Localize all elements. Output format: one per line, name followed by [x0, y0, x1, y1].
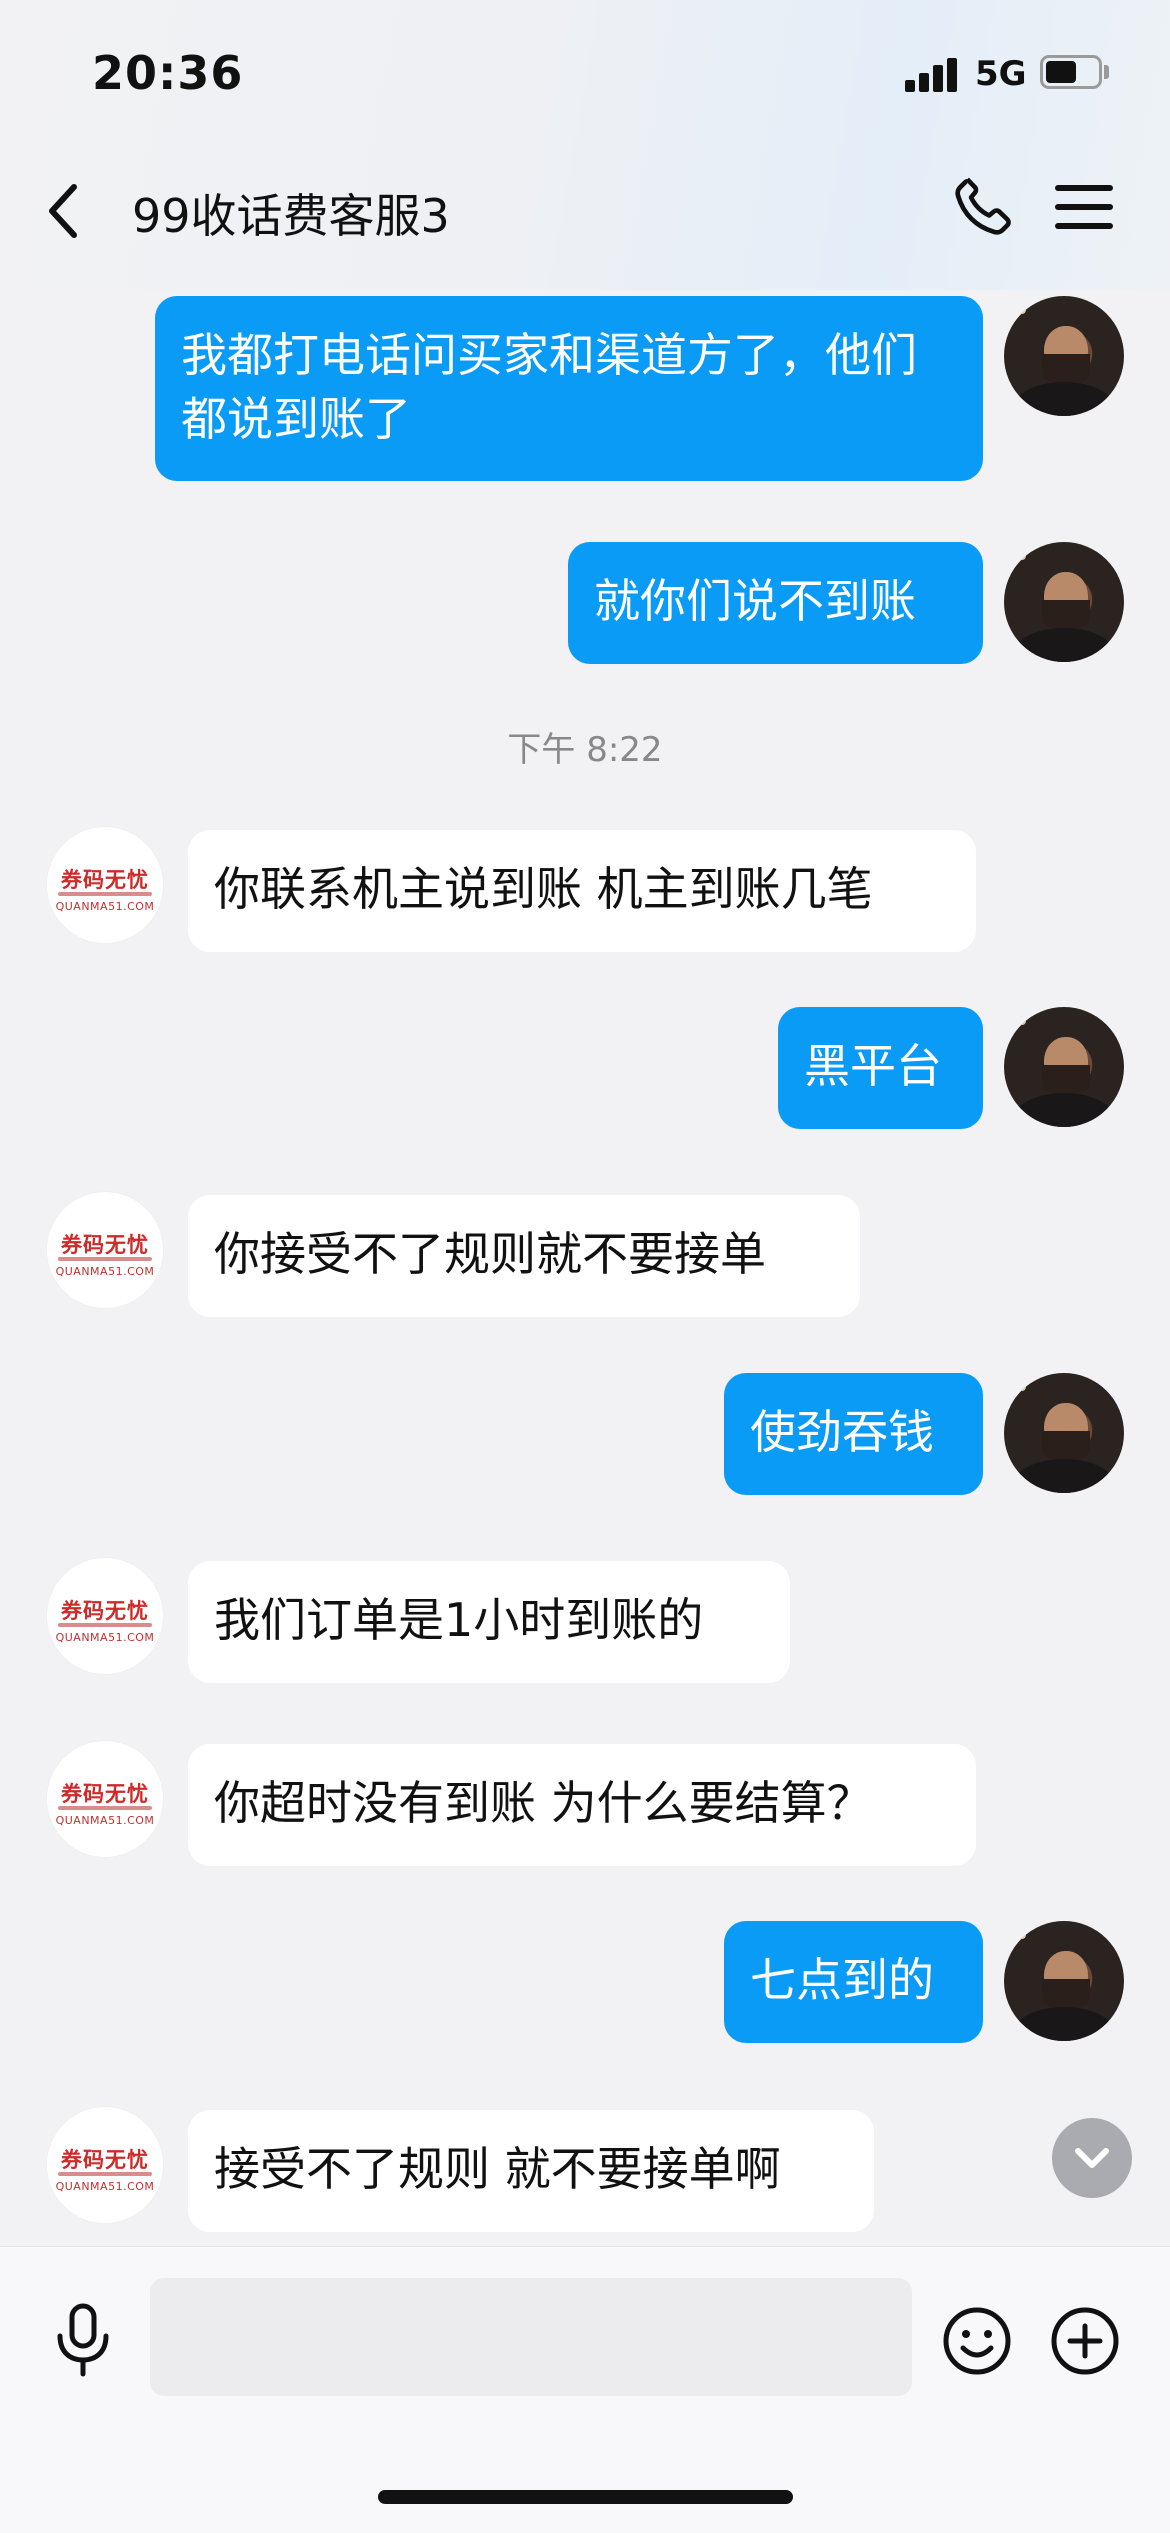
status-time: 20:36	[92, 46, 244, 100]
more-actions-button[interactable]	[1048, 2304, 1122, 2378]
hamburger-menu-icon	[1055, 185, 1113, 229]
plus-circle-icon	[1051, 2307, 1119, 2375]
outgoing-message-bubble[interactable]: 就你们说不到账	[568, 542, 983, 664]
chevron-left-icon	[49, 184, 77, 238]
battery-cap	[1104, 65, 1109, 79]
network-type-label: 5G	[975, 54, 1027, 94]
smiley-icon	[943, 2307, 1011, 2375]
incoming-message-bubble[interactable]: 我们订单是1小时到账的	[188, 1561, 790, 1683]
back-button[interactable]	[30, 165, 100, 245]
user-avatar[interactable]	[1004, 1007, 1124, 1127]
outgoing-message-bubble[interactable]: 黑平台	[778, 1007, 983, 1129]
outgoing-message-bubble[interactable]: 使劲吞钱	[724, 1373, 983, 1495]
user-avatar[interactable]	[1004, 542, 1124, 662]
outgoing-message-bubble[interactable]: 我都打电话问买家和渠道方了，他们都说到账了	[155, 296, 983, 481]
incoming-message-bubble[interactable]: 你联系机主说到账 机主到账几笔	[188, 830, 976, 952]
service-avatar[interactable]: 券码无忧 QUANMA51.COM	[46, 2106, 164, 2224]
home-indicator	[378, 2490, 793, 2504]
service-avatar[interactable]: 券码无忧 QUANMA51.COM	[46, 1557, 164, 1675]
chat-title: 99收话费客服3	[132, 189, 450, 243]
header-background	[0, 0, 1170, 290]
service-avatar[interactable]: 券码无忧 QUANMA51.COM	[46, 826, 164, 944]
outgoing-message-bubble[interactable]: 七点到的	[724, 1921, 983, 2043]
chevron-down-icon	[1075, 2148, 1109, 2168]
call-button[interactable]	[948, 172, 1018, 242]
message-input[interactable]	[150, 2278, 912, 2396]
user-avatar[interactable]	[1004, 1921, 1124, 2041]
battery-icon	[1040, 55, 1102, 89]
voice-input-button[interactable]	[48, 2300, 118, 2380]
incoming-message-bubble[interactable]: 接受不了规则 就不要接单啊	[188, 2110, 874, 2232]
incoming-message-bubble[interactable]: 你接受不了规则就不要接单	[188, 1195, 860, 1317]
cellular-signal-icon	[905, 56, 965, 92]
service-avatar[interactable]: 券码无忧 QUANMA51.COM	[46, 1740, 164, 1858]
user-avatar[interactable]	[1004, 1373, 1124, 1493]
phone-icon	[955, 177, 1011, 235]
message-timestamp: 下午 8:22	[507, 730, 663, 770]
menu-button[interactable]	[1050, 172, 1120, 242]
incoming-message-bubble[interactable]: 你超时没有到账 为什么要结算？	[188, 1744, 976, 1866]
user-avatar[interactable]	[1004, 296, 1124, 416]
scroll-to-bottom-button[interactable]	[1052, 2118, 1132, 2198]
microphone-icon	[57, 2303, 109, 2377]
emoji-button[interactable]	[940, 2304, 1014, 2378]
service-avatar[interactable]: 券码无忧 QUANMA51.COM	[46, 1191, 164, 1309]
